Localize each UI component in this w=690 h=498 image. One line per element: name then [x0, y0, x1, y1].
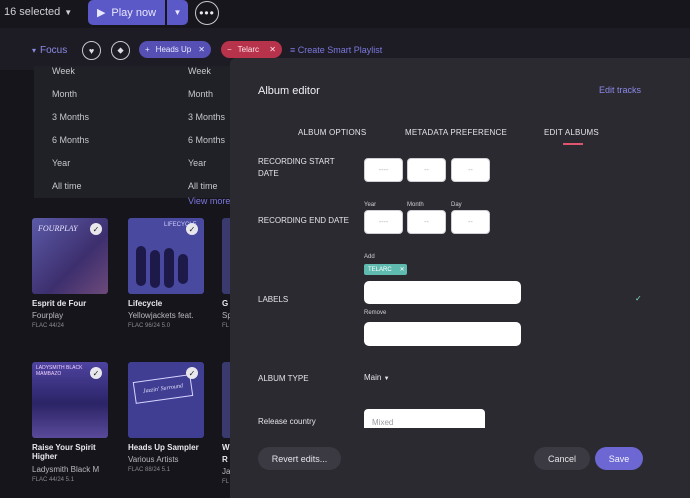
album-format: FLAC 88/24 5.1 — [128, 467, 171, 473]
album-cover[interactable] — [222, 218, 230, 294]
end-day-field[interactable]: -- — [451, 210, 490, 234]
album-artist[interactable]: Ladysmith Black M — [32, 465, 99, 474]
revert-edits-button[interactable]: Revert edits... — [258, 447, 341, 470]
menu-item[interactable]: Year — [34, 158, 182, 181]
album-title-line2[interactable]: R — [222, 455, 228, 464]
check-icon[interactable]: ✓ — [186, 223, 198, 235]
filter-chip-telarc[interactable]: − Telarc ✕ — [221, 41, 282, 58]
cancel-button[interactable]: Cancel — [534, 447, 590, 470]
day-label: Day — [451, 202, 462, 208]
tag-filter-button[interactable]: ⬥ — [111, 41, 130, 60]
album-type-select[interactable]: Main ▼ — [364, 373, 390, 382]
menu-item[interactable]: Month — [34, 89, 182, 112]
album-title[interactable]: Lifecycle — [128, 299, 162, 308]
menu-item[interactable]: 3 Months — [34, 112, 182, 135]
album-cover[interactable]: LADYSMITH BLACK MAMBAZO ✓ — [32, 362, 108, 438]
labels-label: LABELS — [258, 295, 289, 304]
album-artist[interactable]: Fourplay — [32, 311, 63, 320]
active-tab-indicator — [563, 143, 583, 145]
focus-toggle[interactable]: ▾ Focus — [32, 45, 67, 56]
label-tag-telarc[interactable]: TELARC ✕ — [364, 264, 407, 275]
more-options-button[interactable]: ••• — [195, 1, 219, 25]
ellipsis-icon: ••• — [199, 6, 215, 20]
plus-icon: + — [145, 45, 150, 54]
edit-albums-scroll-area[interactable]: RECORDING START DATE ---- -- -- RECORDIN… — [230, 158, 690, 428]
add-label-input[interactable] — [364, 281, 521, 304]
check-icon: ✓ — [635, 294, 642, 303]
caret-down-icon: ▼ — [173, 8, 182, 17]
menu-item[interactable]: All time — [34, 181, 182, 204]
start-year-field[interactable]: ---- — [364, 158, 403, 182]
end-month-field[interactable]: -- — [407, 210, 446, 234]
tag-icon: ⬥ — [117, 45, 124, 55]
menu-item[interactable]: 6 Months — [34, 135, 182, 158]
playlist-icon: ≡ — [290, 45, 296, 55]
recording-start-label: RECORDING START DATE — [258, 158, 335, 178]
menu-item[interactable]: Week — [34, 66, 182, 89]
save-button[interactable]: Save — [595, 447, 643, 470]
year-label: Year — [364, 202, 377, 208]
close-icon[interactable]: ✕ — [400, 266, 405, 273]
dialog-title: Album editor — [258, 85, 320, 97]
album-cover[interactable]: FOURPLAY ✓ — [32, 218, 108, 294]
album-title[interactable]: G — [222, 299, 228, 308]
month-label: Month — [407, 202, 424, 208]
start-month-field[interactable]: -- — [407, 158, 446, 182]
caret-down-icon: ▼ — [383, 376, 390, 382]
close-icon[interactable]: ✕ — [269, 45, 276, 54]
album-format: FL — [222, 479, 230, 485]
album-cover[interactable]: LIFECYCLE ✓ — [128, 218, 204, 294]
remove-label: Remove — [364, 310, 387, 316]
album-title[interactable]: Heads Up Sampler — [128, 443, 199, 452]
album-format: FL — [222, 323, 230, 329]
album-format: FLAC 44/24 — [32, 323, 65, 329]
caret-down-icon: ▼ — [64, 8, 73, 17]
heart-icon: ♥ — [88, 45, 95, 56]
chevron-down-icon: ▾ — [32, 46, 37, 55]
album-format: FLAC 44/24 5.1 — [32, 477, 75, 483]
end-year-field[interactable]: ---- — [364, 210, 403, 234]
date-range-menu-left: Week Month 3 Months 6 Months Year All ti… — [34, 66, 182, 198]
check-icon[interactable]: ✓ — [90, 367, 102, 379]
filter-chip-heads-up[interactable]: + Heads Up ✕ — [139, 41, 211, 58]
check-icon[interactable]: ✓ — [90, 223, 102, 235]
release-country-label: Release country — [258, 417, 316, 426]
album-artist[interactable]: Yellowjackets feat. — [128, 311, 194, 320]
album-title[interactable]: W — [222, 443, 230, 452]
recording-end-label: RECORDING END DATE — [258, 216, 349, 225]
start-day-field[interactable]: -- — [451, 158, 490, 182]
selection-count: 16 selected — [4, 6, 61, 18]
release-country-input[interactable]: Mixed — [364, 409, 485, 428]
create-smart-playlist-link[interactable]: ≡ Create Smart Playlist — [290, 45, 382, 55]
view-more-link[interactable]: View more — [188, 196, 230, 206]
album-artist[interactable]: Various Artists — [128, 455, 179, 464]
album-title[interactable]: Raise Your Spirit Higher — [32, 443, 96, 461]
check-icon[interactable]: ✓ — [186, 367, 198, 379]
selection-count-dropdown[interactable]: 16 selected ▼ — [4, 6, 72, 18]
favorite-filter-button[interactable]: ♥ — [82, 41, 101, 60]
album-format: FLAC 96/24 5.0 — [128, 323, 171, 329]
minus-icon: − — [227, 45, 232, 54]
album-cover[interactable] — [222, 362, 230, 438]
add-label: Add — [364, 254, 375, 260]
close-icon[interactable]: ✕ — [198, 45, 205, 54]
tab-metadata-preference[interactable]: METADATA PREFERENCE — [405, 128, 507, 137]
tab-edit-albums[interactable]: EDIT ALBUMS — [544, 128, 599, 137]
album-cover[interactable]: Jazzin' Surround ✓ — [128, 362, 204, 438]
play-icon: ▶ — [96, 7, 106, 19]
remove-label-input[interactable] — [364, 322, 521, 346]
play-options-button[interactable]: ▼ — [167, 0, 188, 25]
album-type-label: ALBUM TYPE — [258, 374, 309, 383]
edit-tracks-link[interactable]: Edit tracks — [599, 85, 641, 95]
tab-album-options[interactable]: ALBUM OPTIONS — [298, 128, 366, 137]
play-now-button[interactable]: ▶ Play now — [88, 0, 165, 25]
album-title[interactable]: Esprit de Four — [32, 299, 86, 308]
